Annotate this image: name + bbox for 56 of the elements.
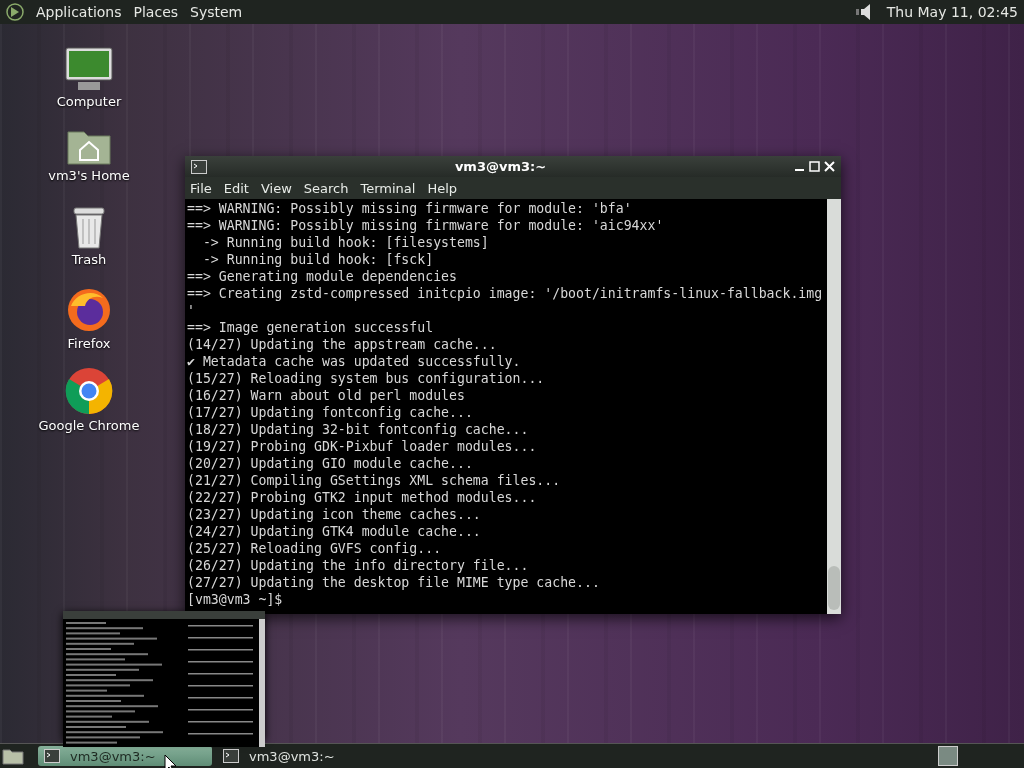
terminal-line: [vm3@vm3 ~]$ [187,591,284,608]
menu-item[interactable]: Edit [223,180,249,196]
terminal-line: (16/27) Warn about old perl modules [187,387,466,404]
monitor-icon [64,46,114,92]
distro-logo-icon[interactable] [6,3,24,21]
browser-icon [65,286,113,334]
menu-item[interactable]: View [260,180,292,196]
terminal-line: ==> WARNING: Possibly missing firmware for module: 'bfa' [187,200,633,217]
terminal-line: (25/27) Reloading GVFS config... [187,540,443,557]
terminal-line: (23/27) Updating icon theme caches... [187,506,482,523]
show-desktop-icon[interactable] [2,747,24,765]
round-logo-icon [64,366,114,416]
terminal-icon [223,749,239,763]
scroll-thumb[interactable] [828,566,840,610]
menu-item[interactable]: Terminal [360,180,416,196]
scrollbar[interactable] [827,199,841,614]
terminal-line: (19/27) Probing GDK-Pixbuf loader modules... [187,438,538,455]
workspace-switcher[interactable] [938,746,958,766]
desktop-icon-label[interactable]: Computer [56,94,122,109]
terminal-line: (18/27) Updating 32-bit fontconfig cache... [187,421,530,438]
close-icon[interactable] [824,161,835,172]
terminal-line: ==> WARNING: Possibly missing firmware for module: 'aic94xx' [187,217,665,234]
terminal-line: ==> Image generation successful [187,319,435,336]
terminal-line: (24/27) Updating GTK4 module cache... [187,523,482,540]
terminal-line: (14/27) Updating the appstream cache... [187,336,498,353]
terminal-line: (20/27) Updating GIO module cache... [187,455,474,472]
panel-menu[interactable]: Places [133,4,179,20]
mouse-cursor-icon [164,754,178,768]
panel-menu[interactable]: System [190,4,243,20]
terminal-line: -> Running build hook: [filesystems] [201,234,490,251]
window-title: vm3@vm3:~ [453,159,548,174]
menu-item[interactable]: File [190,180,212,196]
taskbar-button[interactable]: vm3@vm3:~ [217,746,391,766]
terminal-line: ✔ Metadata cache was updated successfully. [187,353,522,370]
desktop-icon-label[interactable]: Trash [71,252,107,267]
menu-item[interactable]: Help [427,180,458,196]
desktop-icon-label[interactable]: Google Chrome [38,418,140,433]
terminal-line: (21/27) Compiling GSettings XML schema files... [187,472,562,489]
terminal-line: (27/27) Updating the desktop file MIME type cache... [187,574,601,591]
terminal-icon [191,159,207,174]
menu-item[interactable]: Search [303,180,349,196]
trash-icon [70,206,108,250]
maximize-icon[interactable] [809,161,820,172]
panel-menu[interactable]: Applications [36,4,122,20]
desktop-icon-label[interactable]: Firefox [67,336,111,351]
terminal-line: ==> Generating module dependencies [187,268,458,285]
terminal-line: (26/27) Updating the info directory file... [187,557,530,574]
terminal-line: -> Running build hook: [fsck] [201,251,435,268]
terminal-line: (22/27) Probing GTK2 input method modules... [187,489,538,506]
terminal-line: ' [187,302,196,319]
terminal-icon [44,749,60,763]
desktop-icon-label[interactable]: vm3's Home [48,168,130,183]
clock[interactable]: Thu May 11, 02:45 [886,4,1018,20]
terminal-line: (15/27) Reloading system bus configuration... [187,370,546,387]
terminal-line: (17/27) Updating fontconfig cache... [187,404,474,421]
terminal-line: ==> Creating zstd-compressed initcpio image: '/boot/initramfs-linux-fallback.img [187,285,824,302]
